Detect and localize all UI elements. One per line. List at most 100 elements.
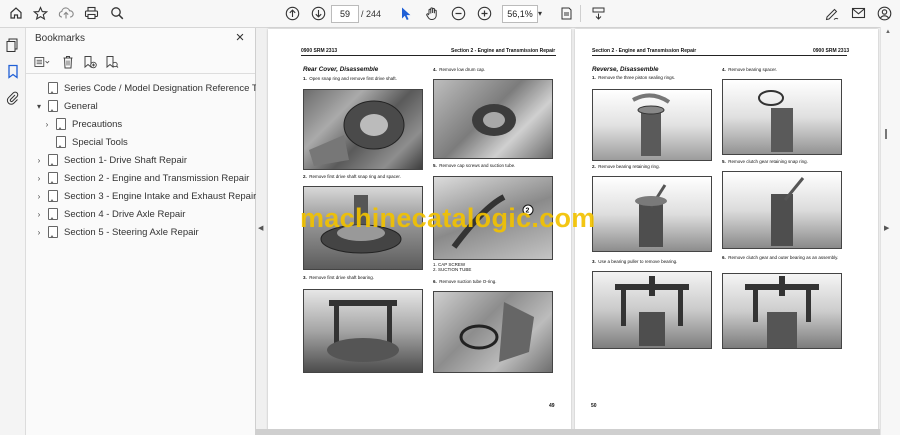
horizontal-scrollbar[interactable] [256,429,880,435]
bookmark-item[interactable]: Special Tools [42,134,128,150]
bookmark-flag-icon [56,118,66,130]
snap-ring-photo [722,171,842,249]
print-icon[interactable] [81,4,101,22]
bookmark-label: Section 1- Drive Shaft Repair [64,154,188,166]
bookmark-item[interactable]: › Section 5 - Steering Axle Repair [34,224,199,240]
retaining-ring-photo [592,176,712,252]
o-ring-photo [433,291,553,373]
step-text: 6. Remove clutch gear and outer bearing … [722,255,839,260]
collapse-pane-arrow-icon[interactable]: ◀ [258,224,263,232]
zoom-level-input[interactable]: 56,1% [502,5,538,23]
shaft-photo [303,186,423,270]
zoom-dropdown[interactable]: ▾ [538,5,542,23]
step-text: 2. Remove bearing retaining ring. [592,164,660,169]
page-thumbnails-icon[interactable] [4,37,21,54]
page-total-label: / 244 [361,9,382,19]
bookmark-panel-icon[interactable] [4,63,21,80]
zoom-out-icon[interactable] [448,4,468,22]
page-header-left: 0900 SRM 2313 [301,48,338,54]
bookmark-flag-icon [48,82,58,94]
scroll-up-arrow-icon[interactable]: ▲ [885,29,891,35]
step-text: 4. Remove bearing spacer. [722,67,778,72]
scrollbar-thumb[interactable] [885,129,887,139]
expand-chevron-icon[interactable]: › [34,228,44,237]
callout-label: 2 [526,208,530,215]
scroll-mode-icon[interactable] [588,4,608,22]
step-text: 1. Remove the three piston sealing rings… [592,75,676,80]
delete-bookmark-icon[interactable] [60,54,76,70]
bookmark-label: Section 4 - Drive Axle Repair [64,208,186,220]
bookmark-label: Section 2 - Engine and Transmission Repa… [64,172,250,184]
bookmarks-title: Bookmarks [35,33,86,44]
bookmark-label: Precautions [72,118,123,130]
account-icon[interactable] [874,4,894,22]
search-icon[interactable] [107,4,127,22]
bookmark-item[interactable]: › Section 3 - Engine Intake and Exhaust … [34,188,256,204]
bookmark-label: Special Tools [72,136,128,148]
bookmark-label: Section 5 - Steering Axle Repair [64,226,199,238]
email-icon[interactable] [848,4,868,22]
previous-page-icon[interactable] [282,4,302,22]
pdf-page-right: Section 2 - Engine and Transmission Repa… [575,29,878,431]
find-bookmark-icon[interactable] [104,54,120,70]
expand-chevron-icon[interactable]: › [34,156,44,165]
bookmark-flag-icon [48,154,58,166]
home-icon[interactable] [6,4,26,22]
clutch-gear-photo [722,273,842,349]
bookmark-item[interactable]: › Precautions [42,116,122,132]
page-fit-icon[interactable] [556,4,576,22]
step-text: 3. Use a bearing puller to remove bearin… [592,259,678,264]
bookmark-label: Series Code / Model Designation Referenc… [64,82,275,94]
bearing-puller-photo [303,289,423,373]
expand-chevron-icon[interactable]: › [42,120,52,129]
bookmark-label: General [64,100,98,112]
star-icon[interactable] [30,4,50,22]
select-cursor-icon[interactable] [396,4,416,22]
options-menu-icon[interactable] [34,54,50,70]
figure-legend: 2. SUCTION TUBE [433,267,472,272]
step-text: 6. Remove suction tube O-ring. [433,279,497,284]
bearing-spacer-photo [722,79,842,155]
gear-photo [303,89,423,170]
section-title: Reverse, Disassemble [592,66,659,73]
expand-chevron-icon[interactable]: › [34,192,44,201]
step-text: 3. Remove first drive shaft bearing. [303,275,375,280]
collapse-chevron-icon[interactable]: ▾ [34,102,44,111]
bookmark-item[interactable]: › Section 2 - Engine and Transmission Re… [34,170,249,186]
bookmark-item[interactable]: › Section 1- Drive Shaft Repair [34,152,187,168]
next-pane-arrow-icon[interactable]: ▶ [884,224,889,232]
step-text: 1. Open snap ring and remove first drive… [303,76,397,81]
bookmarks-toolbar [34,52,120,72]
section-title: Rear Cover, Disassemble [303,66,379,73]
page-header-left: Section 2 - Engine and Transmission Repa… [592,48,697,54]
cloud-upload-icon[interactable] [56,4,76,22]
bookmark-flag-icon [48,190,58,202]
expand-chevron-icon[interactable]: › [34,174,44,183]
bookmark-flag-icon [48,208,58,220]
bookmark-flag-icon [48,172,58,184]
toolbar-divider [580,5,581,22]
page-number-input[interactable]: 59 [331,5,359,23]
header-rule [301,55,556,56]
bookmark-item[interactable]: › Section 4 - Drive Axle Repair [34,206,185,222]
bookmark-item[interactable]: ▾ General [34,98,98,114]
main-toolbar: 59 / 244 56,1% ▾ [0,0,900,28]
next-page-icon[interactable] [308,4,328,22]
new-bookmark-icon[interactable] [82,54,98,70]
page-header-right: Section 2 - Engine and Transmission Repa… [451,48,556,54]
hand-tool-icon[interactable] [422,4,442,22]
bookmark-item[interactable]: Series Code / Model Designation Referenc… [34,80,275,96]
bearing-puller-photo [592,271,712,349]
close-bookmarks-button[interactable]: × [233,29,247,46]
zoom-in-icon[interactable] [474,4,494,22]
piston-rings-photo [592,89,712,161]
pdf-page-left: 0900 SRM 2313 Section 2 - Engine and Tra… [268,29,571,431]
step-text: 4. Remove low drum cap. [433,67,486,72]
pen-sign-icon[interactable] [822,4,842,22]
attachment-icon[interactable] [4,89,21,106]
bookmark-flag-icon [48,100,58,112]
vertical-scrollbar[interactable]: ▲ [880,27,900,435]
expand-chevron-icon[interactable]: › [34,210,44,219]
step-text: 5. Remove cap screws and suction tube. [433,163,516,168]
page-number: 49 [549,403,555,409]
